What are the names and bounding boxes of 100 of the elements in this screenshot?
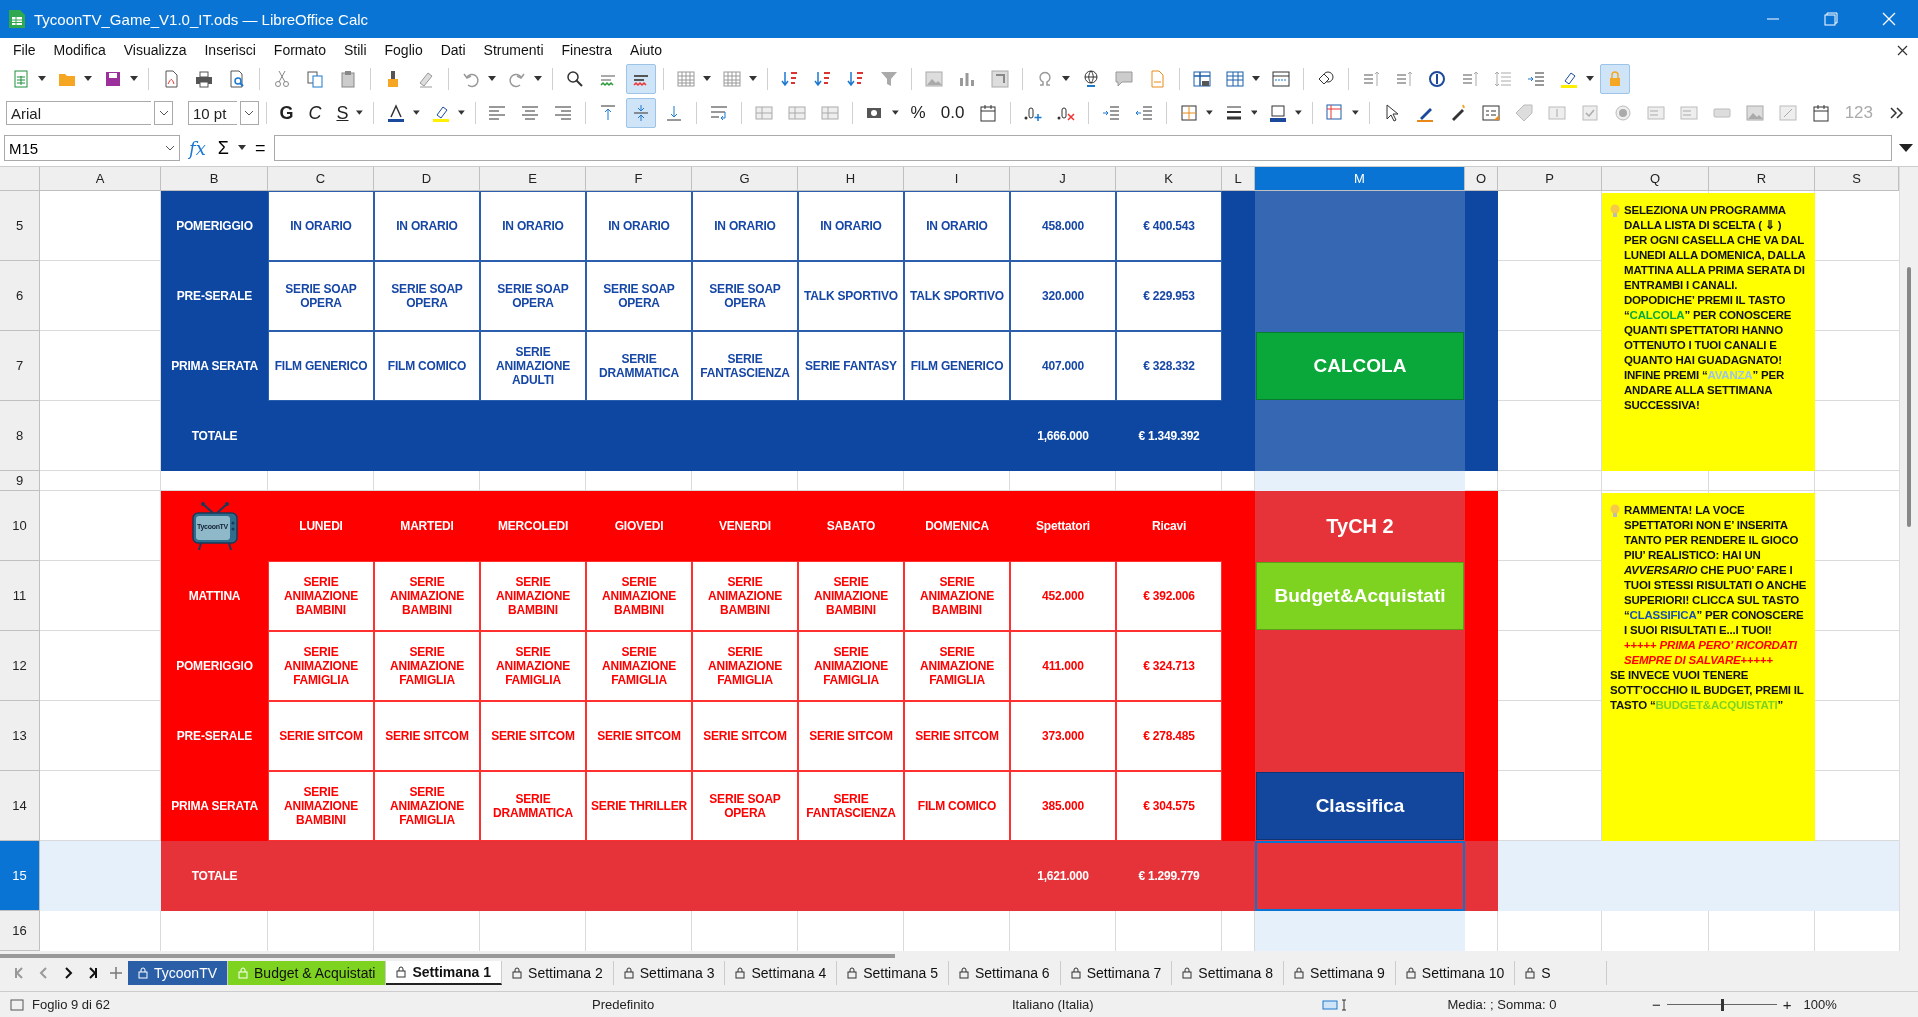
- table-cell[interactable]: SERIE SITCOM: [374, 701, 480, 771]
- zoom-out-button[interactable]: −: [1652, 996, 1661, 1013]
- borders-icon[interactable]: [1178, 103, 1199, 123]
- caret-icon[interactable]: [356, 110, 364, 116]
- scrollbar[interactable]: [0, 954, 895, 958]
- menu-item[interactable]: Modifica: [44, 40, 115, 60]
- table-cell[interactable]: SERIE ANIMAZIONE FAMIGLIA: [586, 631, 692, 701]
- table-cell[interactable]: SERIE ANIMAZIONE FAMIGLIA: [268, 631, 374, 701]
- column-header[interactable]: K: [1116, 167, 1222, 191]
- table-cell[interactable]: SERIE ANIMAZIONE FAMIGLIA: [904, 631, 1010, 701]
- table-cell[interactable]: SERIE SOAP OPERA: [692, 771, 798, 841]
- row-header[interactable]: 11: [0, 561, 40, 631]
- column-header[interactable]: D: [374, 167, 480, 191]
- clipboard-icon[interactable]: [338, 69, 358, 89]
- menu-item[interactable]: Strumenti: [474, 40, 553, 60]
- menu-item[interactable]: Stili: [334, 40, 376, 60]
- number-format-button[interactable]: 0.0: [934, 101, 971, 125]
- font-name-field[interactable]: Arial: [6, 101, 152, 125]
- row-header[interactable]: 6: [0, 261, 40, 331]
- globe-icon[interactable]: [1081, 69, 1101, 89]
- row-header[interactable]: 12: [0, 631, 40, 701]
- text-size-icon[interactable]: [1394, 69, 1414, 89]
- table-cell[interactable]: SERIE SOAP OPERA: [586, 261, 692, 331]
- table-cell[interactable]: SERIE THRILLER: [586, 771, 692, 841]
- table-cell[interactable]: IN ORARIO: [692, 191, 798, 261]
- wrap-text-icon[interactable]: [709, 103, 730, 123]
- table-cell[interactable]: SERIE ANIMAZIONE FAMIGLIA: [374, 631, 480, 701]
- column-header[interactable]: F: [586, 167, 692, 191]
- row-header[interactable]: 7: [0, 331, 40, 401]
- align-left-icon[interactable]: [487, 103, 508, 123]
- tag-icon[interactable]: [1513, 103, 1534, 123]
- indent-icon[interactable]: [1526, 69, 1546, 89]
- pivot-table-icon[interactable]: [990, 69, 1010, 89]
- table-cell[interactable]: SERIE ANIMAZIONE BAMBINI: [374, 561, 480, 631]
- table-cell[interactable]: IN ORARIO: [798, 191, 904, 261]
- table-cell[interactable]: SERIE ANIMAZIONE FAMIGLIA: [692, 631, 798, 701]
- add-icon[interactable]: [109, 966, 123, 980]
- copy-icon[interactable]: [305, 69, 325, 89]
- sheet-tab[interactable]: Settimana 1: [386, 961, 503, 985]
- row-header[interactable]: 8: [0, 401, 40, 471]
- scissors-icon[interactable]: [272, 69, 292, 89]
- table-cell[interactable]: SERIE SITCOM: [586, 701, 692, 771]
- table-cell[interactable]: SERIE SOAP OPERA: [692, 261, 798, 331]
- table-cell[interactable]: SERIE ANIMAZIONE BAMBINI: [268, 771, 374, 841]
- merge-cells-icon[interactable]: [820, 103, 840, 123]
- table-cell[interactable]: IN ORARIO: [904, 191, 1010, 261]
- sheet-tab[interactable]: Settimana 9: [1284, 961, 1396, 985]
- column-header[interactable]: J: [1010, 167, 1116, 191]
- caret-icon[interactable]: [1586, 76, 1594, 82]
- freeze-rows-icon[interactable]: [1192, 69, 1212, 89]
- caret-icon[interactable]: [1295, 110, 1303, 116]
- image-icon[interactable]: [1744, 103, 1765, 123]
- table-cell[interactable]: SERIE SITCOM: [798, 701, 904, 771]
- column-header[interactable]: C: [268, 167, 374, 191]
- caret-icon[interactable]: [1250, 110, 1258, 116]
- table-cell[interactable]: SERIE ANIMAZIONE BAMBINI: [904, 561, 1010, 631]
- grid-icon[interactable]: [722, 69, 742, 89]
- sheet-tab[interactable]: Settimana 10: [1395, 961, 1516, 985]
- sum-button[interactable]: Σ: [214, 137, 232, 159]
- sheet-tab[interactable]: TycoonTV: [128, 961, 229, 985]
- scrollbar[interactable]: [1907, 267, 1911, 527]
- table-cell[interactable]: IN ORARIO: [374, 191, 480, 261]
- caret-icon[interactable]: [1062, 76, 1070, 82]
- table-cell[interactable]: SERIE SITCOM: [480, 701, 586, 771]
- sheet-tab[interactable]: Settimana 3: [613, 961, 726, 985]
- row-header[interactable]: 9: [0, 471, 40, 491]
- form-icon[interactable]: [1480, 103, 1501, 123]
- column-header[interactable]: M: [1255, 167, 1465, 191]
- column-header[interactable]: H: [798, 167, 904, 191]
- checkbox-icon[interactable]: [1579, 103, 1600, 123]
- sheet-tab[interactable]: Settimana 6: [948, 961, 1061, 985]
- sort-icon[interactable]: [813, 69, 833, 89]
- caret-icon[interactable]: [534, 76, 542, 82]
- table-cell[interactable]: FILM GENERICO: [904, 331, 1010, 401]
- column-header[interactable]: P: [1498, 167, 1602, 191]
- merge-cells-icon[interactable]: [754, 103, 774, 123]
- table-cell[interactable]: SERIE SOAP OPERA: [480, 261, 586, 331]
- comment-icon[interactable]: [1114, 69, 1134, 89]
- row-header[interactable]: 10: [0, 491, 40, 561]
- text-size-icon[interactable]: [1460, 69, 1480, 89]
- sheet-tab[interactable]: S: [1515, 961, 1608, 985]
- calendar-icon[interactable]: [1810, 103, 1831, 123]
- menu-item[interactable]: Foglio: [375, 40, 432, 60]
- caret-icon[interactable]: [749, 76, 757, 82]
- caret-icon[interactable]: [84, 76, 92, 82]
- table-cell[interactable]: SERIE ANIMAZIONE BAMBINI: [586, 561, 692, 631]
- window-icon[interactable]: [1271, 69, 1291, 89]
- grid-icon[interactable]: [676, 69, 696, 89]
- table-cell[interactable]: SERIE ANIMAZIONE FAMIGLIA: [480, 631, 586, 701]
- caret-icon[interactable]: [1205, 110, 1213, 116]
- align-right-icon[interactable]: [553, 103, 574, 123]
- format-button[interactable]: C: [302, 100, 328, 126]
- column-header[interactable]: B: [161, 167, 268, 191]
- table-cell[interactable]: SERIE ANIMAZIONE FAMIGLIA: [374, 771, 480, 841]
- table-cell[interactable]: SERIE ANIMAZIONE BAMBINI: [480, 561, 586, 631]
- table-cell[interactable]: SERIE SITCOM: [904, 701, 1010, 771]
- table-cell[interactable]: SERIE ANIMAZIONE ADULTI: [480, 331, 586, 401]
- caret-icon[interactable]: [413, 110, 420, 116]
- sheet-tab[interactable]: Settimana 5: [837, 961, 949, 985]
- menu-item[interactable]: Visualizza: [114, 40, 196, 60]
